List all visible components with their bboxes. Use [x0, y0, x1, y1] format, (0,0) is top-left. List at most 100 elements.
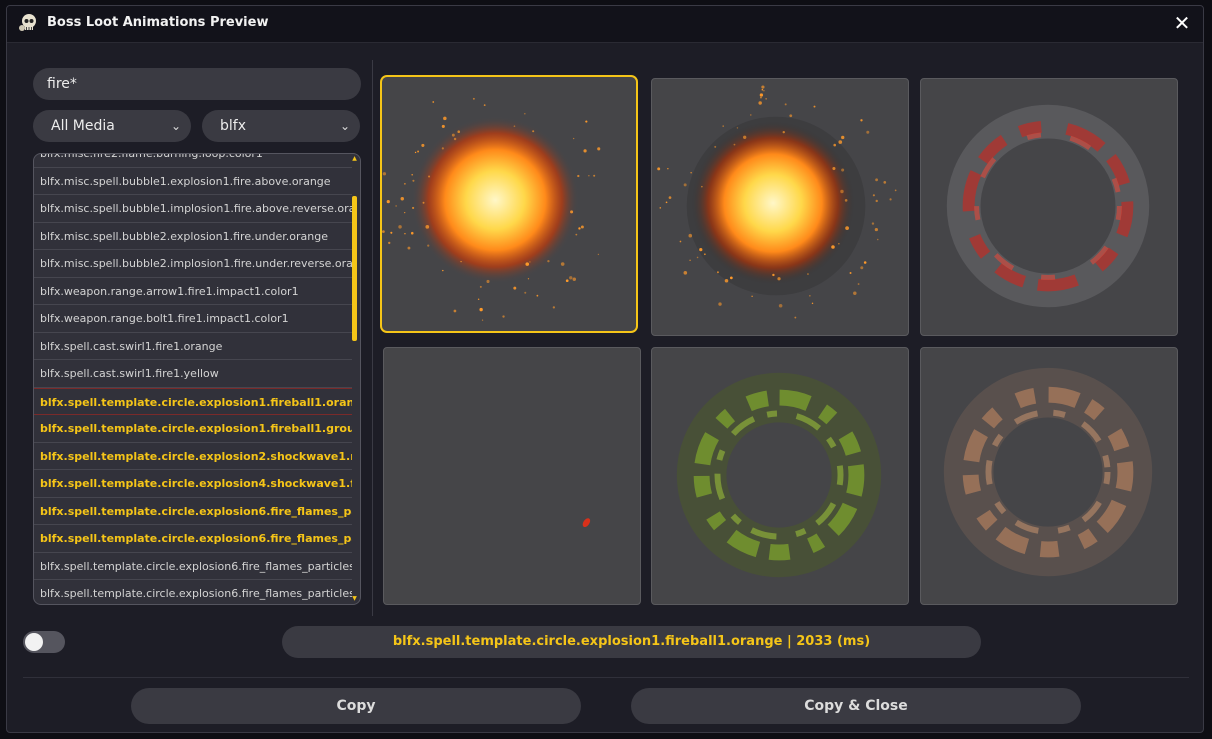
spark	[782, 130, 785, 134]
spark	[410, 231, 414, 235]
spark	[575, 233, 578, 236]
spark	[428, 175, 431, 178]
list-item[interactable]: blfx.spell.template.circle.explosion6.fi…	[34, 498, 352, 525]
spark	[479, 307, 483, 312]
spark	[560, 262, 565, 266]
spark	[382, 172, 387, 176]
spark	[659, 207, 662, 209]
preview-tile-fire-shockwave-ring[interactable]	[920, 78, 1178, 336]
list-item[interactable]: blfx.spell.cast.swirl1.fire1.orange	[34, 333, 352, 360]
list-item[interactable]: blfx.spell.template.circle.explosion6.fi…	[34, 553, 352, 580]
spark	[665, 201, 668, 204]
selected-animation-status: blfx.spell.template.circle.explosion1.fi…	[282, 626, 981, 658]
spark	[883, 181, 887, 184]
spark	[577, 174, 580, 178]
spark	[527, 278, 530, 280]
spark	[761, 88, 764, 91]
spark	[524, 291, 527, 294]
spark	[794, 316, 797, 319]
spark	[513, 125, 516, 128]
preview-tile-green-flames-ring[interactable]	[651, 347, 909, 605]
spark	[525, 262, 530, 266]
spark	[578, 227, 581, 230]
media-type-select-value: All Media	[51, 118, 115, 134]
scroll-down-icon[interactable]: ▼	[351, 596, 358, 602]
list-item[interactable]: blfx.spell.template.circle.explosion6.fi…	[34, 525, 352, 553]
list-item[interactable]: blfx.misc.spell.bubble1.implosion1.fire.…	[34, 195, 352, 223]
spark	[683, 183, 687, 187]
spark	[432, 101, 435, 103]
spark	[743, 135, 747, 139]
spark	[395, 205, 397, 207]
spark	[718, 302, 722, 306]
spark	[874, 227, 878, 232]
search-input[interactable]	[33, 68, 361, 100]
list-item[interactable]: blfx.spell.cast.swirl1.fire1.yellow	[34, 360, 352, 388]
copy-close-button[interactable]: Copy & Close	[631, 688, 1081, 724]
spark	[580, 225, 584, 229]
list-item[interactable]: blfx.spell.template.circle.explosion1.fi…	[34, 415, 352, 443]
spark	[857, 283, 860, 285]
preview-window: Boss Loot Animations Preview ✕ All Media…	[6, 5, 1204, 733]
spark	[412, 179, 415, 182]
footer-divider	[23, 677, 1189, 678]
spark	[404, 212, 406, 214]
spark	[704, 253, 706, 256]
spark	[758, 101, 762, 105]
list-item[interactable]: blfx.misc.spell.bubble2.implosion1.fire.…	[34, 250, 352, 278]
spark	[750, 114, 752, 116]
spark	[765, 98, 767, 100]
spark	[400, 197, 404, 201]
spark	[417, 150, 420, 153]
animation-list[interactable]: blfx.misc.fire2.flame.burning.loop.color…	[33, 153, 361, 605]
list-item[interactable]: blfx.weapon.range.arrow1.fire1.impact1.c…	[34, 278, 352, 305]
spark	[570, 210, 574, 214]
spark	[411, 173, 413, 176]
spark	[565, 279, 569, 283]
preview-tile-fireball-explosion[interactable]	[380, 75, 638, 333]
spark	[889, 198, 892, 201]
spark	[716, 271, 719, 274]
list-item[interactable]: blfx.spell.template.circle.explosion2.sh…	[34, 443, 352, 470]
spark	[597, 253, 600, 256]
spark	[701, 185, 703, 188]
close-icon[interactable]: ✕	[1171, 12, 1193, 34]
pack-select[interactable]: blfx ⌄	[202, 110, 360, 142]
autoplay-toggle[interactable]	[23, 631, 65, 653]
preview-tile-fireball-explosion-burn[interactable]	[651, 78, 909, 336]
scroll-up-icon[interactable]: ▲	[351, 156, 358, 162]
spark	[588, 175, 590, 177]
list-item[interactable]: blfx.spell.template.circle.explosion6.fi…	[34, 580, 352, 604]
spark	[583, 149, 587, 153]
preview-tile-faint-ember[interactable]	[383, 347, 641, 605]
spark	[876, 238, 879, 241]
spark	[412, 206, 415, 210]
list-item[interactable]: blfx.misc.spell.bubble2.explosion1.fire.…	[34, 223, 352, 250]
spark	[841, 168, 845, 172]
list-item[interactable]: blfx.spell.template.circle.explosion4.sh…	[34, 470, 352, 498]
spark	[760, 96, 762, 99]
spark	[690, 171, 692, 174]
copy-button[interactable]: Copy	[131, 688, 581, 724]
spark	[777, 277, 781, 281]
spark	[853, 291, 857, 296]
list-scrollbar[interactable]: ▲ ▼	[351, 156, 358, 602]
preview-tile-orange-smoke-ring[interactable]	[920, 347, 1178, 605]
spark	[529, 261, 531, 263]
list-item[interactable]: blfx.misc.fire2.flame.burning.loop.color…	[34, 154, 352, 168]
list-item[interactable]: blfx.weapon.range.bolt1.fire1.impact1.co…	[34, 305, 352, 333]
spark	[729, 276, 733, 280]
spark	[404, 183, 406, 185]
spark	[696, 256, 699, 259]
spark	[838, 243, 840, 245]
spark	[844, 199, 848, 202]
list-item[interactable]: blfx.misc.spell.bubble1.explosion1.fire.…	[34, 168, 352, 195]
scrollbar-thumb[interactable]	[352, 196, 357, 341]
list-item[interactable]: blfx.spell.template.circle.explosion1.fi…	[34, 387, 352, 415]
spark	[572, 277, 577, 281]
spark	[849, 272, 852, 275]
spark	[761, 85, 765, 89]
media-type-select[interactable]: All Media ⌄	[33, 110, 191, 142]
spark	[733, 143, 736, 146]
chevron-down-icon: ⌄	[339, 119, 350, 133]
